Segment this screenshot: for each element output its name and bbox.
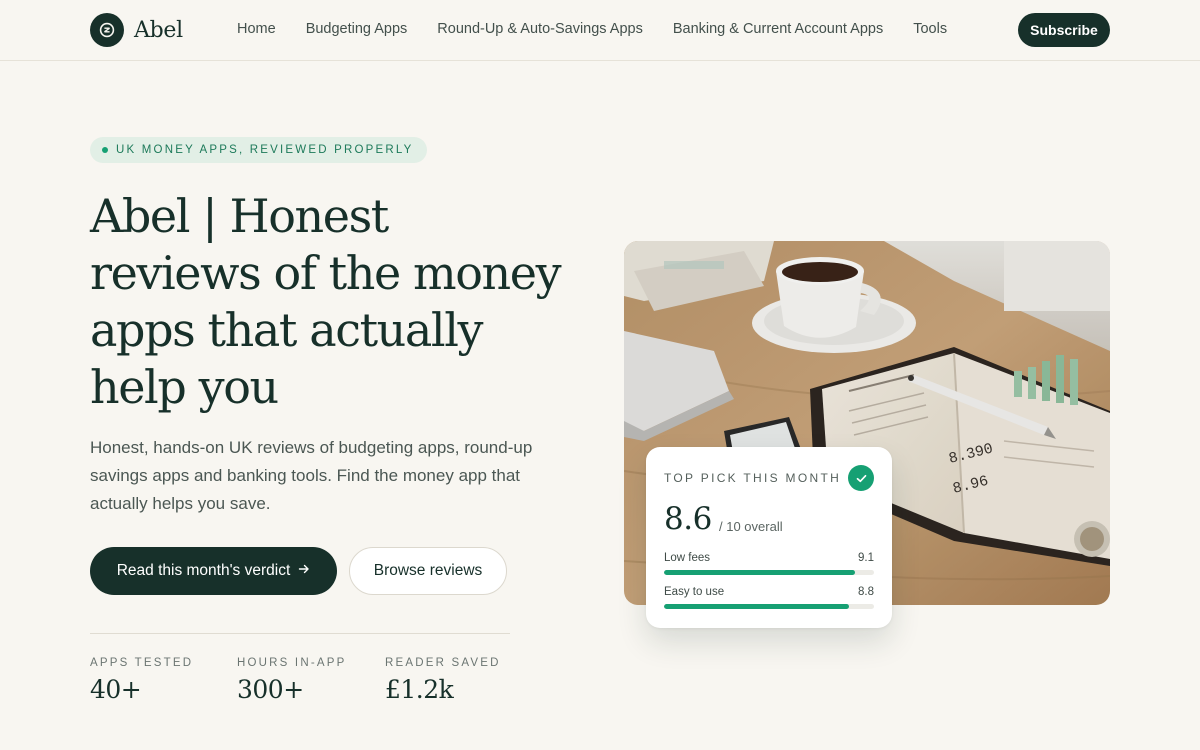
metric-bar-track: [664, 604, 874, 609]
read-verdict-button[interactable]: Read this month's verdict: [90, 547, 337, 595]
metric-low-fees: Low fees 9.1: [664, 552, 874, 575]
overall-score: 8.6: [664, 501, 712, 537]
hero-headline: Abel | Honest reviews of the money apps …: [90, 189, 562, 414]
nav-item-home[interactable]: Home: [237, 21, 276, 37]
metric-name: Low fees: [664, 552, 711, 564]
eyebrow-text: UK MONEY APPS, REVIEWED PROPERLY: [116, 144, 414, 156]
nav-item-tools[interactable]: Tools: [913, 21, 947, 37]
check-icon: [848, 465, 874, 491]
stat-hours-in-app: HOURS IN-APP 300+: [237, 657, 346, 704]
stat-value: £1.2k: [385, 675, 454, 704]
logo[interactable]: Abel: [90, 13, 183, 47]
metric-name: Easy to use: [664, 586, 725, 598]
subscribe-button[interactable]: Subscribe: [1018, 13, 1110, 47]
stat-reader-saved: READER SAVED £1.2k: [385, 657, 501, 704]
nav-item-budgeting-apps[interactable]: Budgeting Apps: [306, 21, 408, 37]
stat-value: 300+: [237, 675, 304, 704]
score-out-of: / 10 overall: [719, 519, 783, 534]
card-label: TOP PICK THIS MONTH: [664, 471, 842, 485]
read-verdict-label: Read this month's verdict: [116, 562, 291, 579]
site-header: Abel Home Budgeting Apps Round-Up & Auto…: [0, 0, 1200, 61]
metric-value: 9.1: [858, 552, 874, 564]
metric-bar-fill: [664, 604, 849, 609]
logo-mark-icon: [90, 13, 124, 47]
browse-reviews-button[interactable]: Browse reviews: [349, 547, 507, 595]
eyebrow-dot-icon: [102, 147, 108, 153]
stat-label: APPS TESTED: [90, 657, 194, 669]
stat-value: 40+: [90, 675, 142, 704]
metric-value: 8.8: [858, 586, 874, 598]
eyebrow-badge: UK MONEY APPS, REVIEWED PROPERLY: [90, 137, 428, 163]
hero-lede: Honest, hands-on UK reviews of budgeting…: [90, 438, 533, 513]
stats-divider: [90, 633, 510, 634]
stat-apps-tested: APPS TESTED 40+: [90, 657, 193, 704]
metric-bar-track: [664, 570, 874, 575]
top-pick-card[interactable]: TOP PICK THIS MONTH 8.6 / 10 overall Low…: [646, 447, 892, 628]
arrow-right-icon: [298, 562, 310, 580]
stat-label: READER SAVED: [385, 657, 501, 669]
stat-label: HOURS IN-APP: [237, 657, 347, 669]
logo-wordmark: Abel: [134, 17, 183, 43]
metric-easy-to-use: Easy to use 8.8: [664, 586, 874, 609]
main-nav: Home Budgeting Apps Round-Up & Auto-Savi…: [237, 21, 947, 37]
nav-item-round-up-apps[interactable]: Round-Up & Auto-Savings Apps: [437, 21, 643, 37]
metric-bar-fill: [664, 570, 856, 575]
nav-item-banking-apps[interactable]: Banking & Current Account Apps: [673, 21, 883, 37]
